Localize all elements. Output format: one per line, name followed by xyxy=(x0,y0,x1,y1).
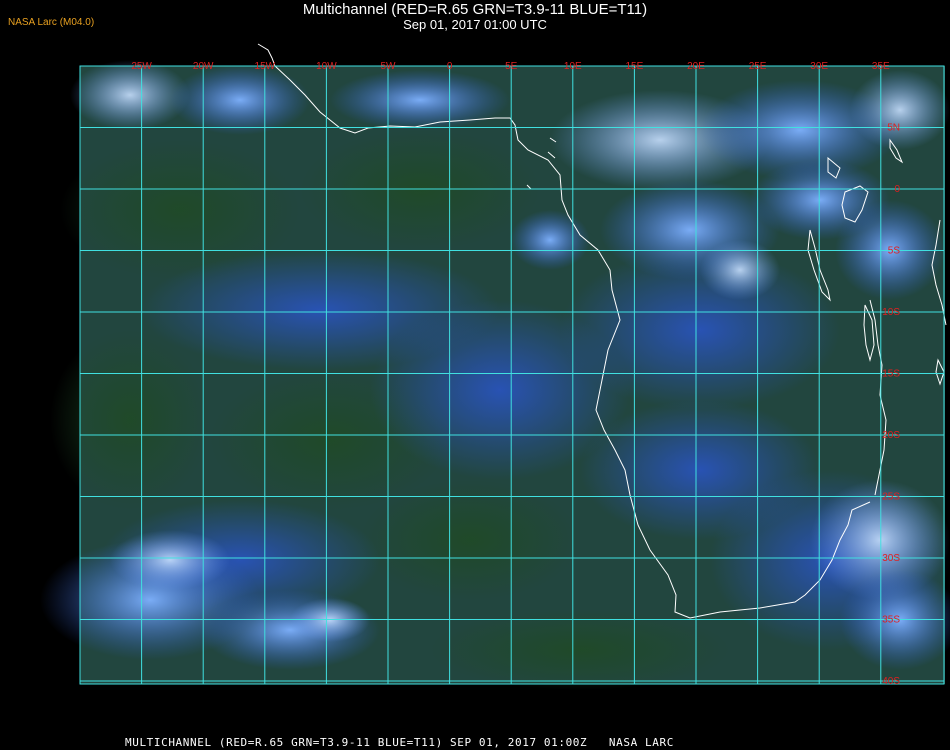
longitude-tick-label: 20E xyxy=(687,61,705,72)
longitude-tick-label: 30E xyxy=(810,61,828,72)
satellite-map: 25W 20W 15W 10W 5W 0 5E 10E 15E 20E 25E 30E 35E 5N 0 5… xyxy=(40,43,950,690)
longitude-tick-label: 5W xyxy=(381,61,397,72)
latitude-tick-label: 30S xyxy=(882,553,900,564)
imagery-texture xyxy=(40,60,950,690)
longitude-tick-label: 35E xyxy=(872,61,890,72)
latitude-tick-label: 20S xyxy=(882,430,900,441)
latitude-tick-label: 15S xyxy=(882,369,900,380)
latitude-tick-label: 0 xyxy=(894,184,900,195)
latitude-tick-label: 40S xyxy=(882,676,900,687)
longitude-tick-label: 5E xyxy=(505,61,518,72)
latitude-tick-label: 35S xyxy=(882,615,900,626)
latitude-tick-label: 5N xyxy=(887,123,900,134)
footer-caption: MULTICHANNEL (RED=R.65 GRN=T3.9-11 BLUE=… xyxy=(125,736,674,749)
latitude-tick-label: 5S xyxy=(888,246,901,257)
latitude-tick-label: 25S xyxy=(882,492,900,503)
latitude-tick-label: 10S xyxy=(882,307,900,318)
longitude-tick-label: 15W xyxy=(255,61,276,72)
longitude-tick-label: 15E xyxy=(626,61,644,72)
image-timestamp: Sep 01, 2017 01:00 UTC xyxy=(403,17,547,32)
longitude-tick-label: 25W xyxy=(131,61,152,72)
longitude-tick-label: 20W xyxy=(193,61,214,72)
longitude-tick-label: 25E xyxy=(749,61,767,72)
longitude-tick-label: 0 xyxy=(447,61,453,72)
longitude-tick-label: 10W xyxy=(316,61,337,72)
image-title: Multichannel (RED=R.65 GRN=T3.9-11 BLUE=… xyxy=(302,1,648,18)
longitude-tick-label: 10E xyxy=(564,61,582,72)
